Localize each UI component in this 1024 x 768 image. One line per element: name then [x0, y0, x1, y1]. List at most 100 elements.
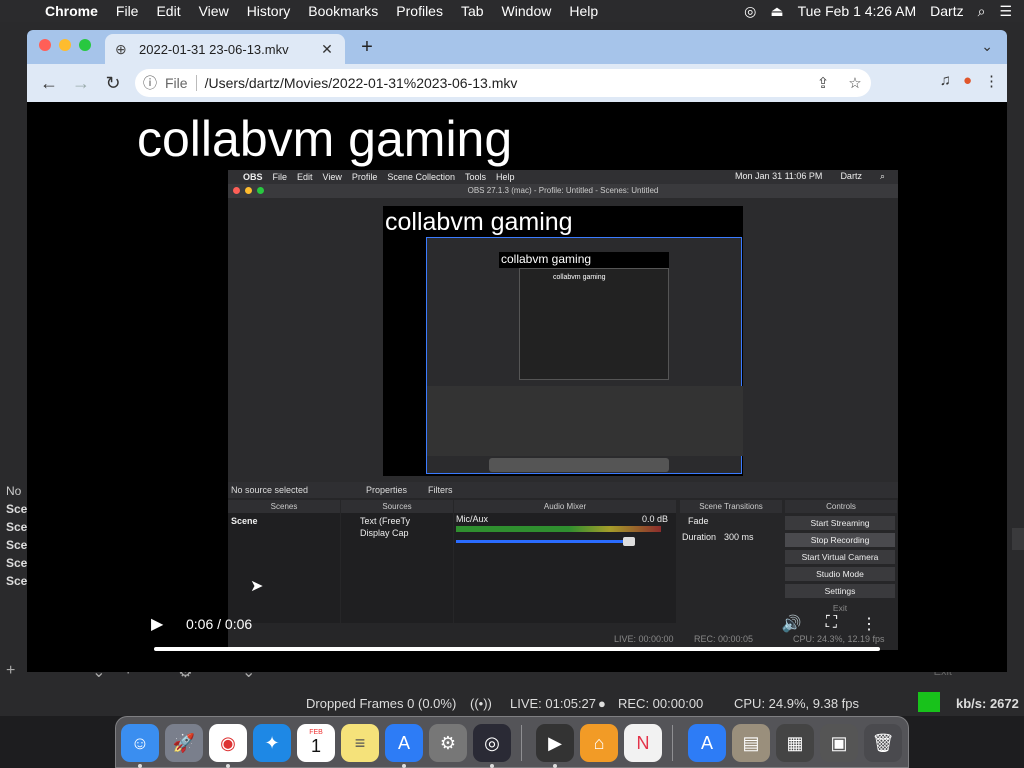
- cpu-usage: CPU: 24.9%, 9.38 fps: [734, 696, 860, 711]
- bitrate-status-indicator: [918, 692, 940, 712]
- recorded-live: LIVE: 00:00:00: [614, 634, 674, 644]
- bg-scene-item[interactable]: Sce: [0, 574, 30, 592]
- obs-icon[interactable]: ◎: [473, 724, 511, 762]
- menu-window[interactable]: Window: [493, 3, 561, 19]
- extension-icon[interactable]: ●: [963, 72, 972, 90]
- macos-dock: ☺ 🚀 ◉ ✦ FEB 1 ≡ A ⚙ ◎ ▶ ⌂ N A ▤ ▦ ▣ 🗑: [115, 716, 909, 768]
- globe-icon: ⊕: [115, 40, 127, 57]
- menu-help[interactable]: Help: [560, 3, 607, 19]
- bg-scene-item[interactable]: Sce: [0, 538, 30, 556]
- rec-indicator-icon: ●: [598, 696, 606, 711]
- recorded-menu-item: File: [272, 172, 288, 182]
- no-source-label: No source selected: [231, 485, 309, 495]
- close-tab-icon[interactable]: ✕: [319, 41, 335, 58]
- menu-tab[interactable]: Tab: [452, 3, 493, 19]
- volume-knob: [623, 537, 635, 546]
- volume-icon[interactable]: 🔊: [782, 614, 802, 634]
- video-player[interactable]: collabvm gaming OBS File Edit View Profi…: [27, 102, 1007, 672]
- menu-edit[interactable]: Edit: [147, 3, 189, 19]
- calendar-icon[interactable]: FEB 1: [297, 724, 335, 762]
- close-window-button[interactable]: [39, 39, 51, 51]
- mixer-channel: Mic/Aux: [456, 514, 489, 524]
- launchpad-icon[interactable]: 🚀: [165, 724, 203, 762]
- chrome-menu-icon[interactable]: ⋮: [984, 72, 999, 90]
- controls-header: Controls: [785, 500, 897, 513]
- spotlight-icon[interactable]: ⌕: [978, 3, 986, 20]
- bg-scene-item[interactable]: Sce: [0, 520, 30, 538]
- share-icon[interactable]: ⇪: [807, 74, 839, 92]
- calendar-day: 1: [310, 736, 321, 756]
- system-preferences-icon[interactable]: ⚙: [429, 724, 467, 762]
- menu-bookmarks[interactable]: Bookmarks: [299, 3, 387, 19]
- finder-icon[interactable]: ☺: [121, 724, 159, 762]
- new-tab-button[interactable]: +: [357, 36, 377, 58]
- menu-app-name[interactable]: Chrome: [36, 3, 107, 19]
- folder-icon[interactable]: ▦: [776, 724, 814, 762]
- settings-button: Settings: [785, 584, 895, 598]
- reload-button[interactable]: ↻: [97, 73, 129, 94]
- menu-view[interactable]: View: [190, 3, 238, 19]
- bg-side-button[interactable]: [1012, 528, 1024, 550]
- running-indicator: [138, 764, 142, 768]
- media-control-icon[interactable]: ♫: [940, 72, 951, 90]
- url-text[interactable]: /Users/dartz/Movies/2022-01-31%2023-06-1…: [205, 75, 807, 91]
- zoom-window-button[interactable]: [79, 39, 91, 51]
- home-icon[interactable]: ⌂: [580, 724, 618, 762]
- exit-button: Exit: [832, 603, 848, 613]
- start-streaming-button: Start Streaming: [785, 516, 895, 530]
- start-virtual-camera-button: Start Virtual Camera: [785, 550, 895, 564]
- menubar-clock[interactable]: Tue Feb 1 4:26 AM: [798, 3, 917, 19]
- mouse-pointer-icon: ➤: [250, 578, 264, 595]
- obs-status-icon[interactable]: ◎: [744, 3, 756, 20]
- video-progress-bar[interactable]: [154, 647, 880, 651]
- eject-icon[interactable]: ⏏: [770, 3, 783, 20]
- recorded-menu-item: Profile: [351, 172, 378, 182]
- rec-time: REC: 00:00:00: [618, 696, 704, 711]
- app-store-2-icon[interactable]: A: [688, 724, 726, 762]
- window-icon[interactable]: ▣: [820, 724, 858, 762]
- dock-separator: [521, 725, 522, 761]
- downloads-icon[interactable]: ▤: [732, 724, 770, 762]
- news-icon[interactable]: N: [624, 724, 662, 762]
- recorded-preview: collabvm gaming collabvm gaming collabvm…: [383, 206, 743, 476]
- trash-icon[interactable]: 🗑: [864, 724, 902, 762]
- chrome-icon[interactable]: ◉: [209, 724, 247, 762]
- forward-button[interactable]: →: [65, 73, 97, 94]
- notes-icon[interactable]: ≡: [341, 724, 379, 762]
- bg-scene-item[interactable]: Sce: [0, 502, 30, 520]
- fullscreen-icon[interactable]: ⛶: [826, 614, 837, 634]
- menu-file[interactable]: File: [107, 3, 148, 19]
- more-options-icon[interactable]: ⋮: [861, 614, 877, 634]
- macos-menubar: Chrome File Edit View History Bookmarks …: [0, 0, 1024, 22]
- bg-scene-item[interactable]: Sce: [0, 556, 30, 574]
- minimize-window-button[interactable]: [59, 39, 71, 51]
- add-icon[interactable]: +: [6, 662, 15, 684]
- nested-dock: [489, 458, 669, 472]
- recorded-user: Dartz: [840, 171, 862, 181]
- live-indicator-icon: ((•)): [470, 696, 492, 711]
- studio-mode-button: Studio Mode: [785, 567, 895, 581]
- nested-caption: collabvm gaming: [499, 252, 669, 268]
- nested-docks: [427, 386, 743, 456]
- app-store-icon[interactable]: A: [385, 724, 423, 762]
- safari-icon[interactable]: ✦: [253, 724, 291, 762]
- menubar-user[interactable]: Dartz: [930, 3, 963, 19]
- address-bar[interactable]: ⓘ File /Users/dartz/Movies/2022-01-31%20…: [135, 69, 871, 97]
- back-button[interactable]: ←: [33, 73, 65, 94]
- menu-history[interactable]: History: [238, 3, 300, 19]
- duration-label: Duration: [682, 532, 717, 542]
- preview-caption: collabvm gaming: [385, 208, 573, 236]
- video-time: 0:06 / 0:06: [186, 616, 253, 632]
- play-icon[interactable]: ▶: [151, 614, 163, 634]
- bookmark-star-icon[interactable]: ☆: [839, 74, 871, 92]
- transition-select: Fade: [688, 516, 709, 526]
- browser-tab[interactable]: ⊕ 2022-01-31 23-06-13.mkv ✕: [105, 34, 345, 64]
- site-info-icon[interactable]: ⓘ: [135, 73, 165, 93]
- menu-profiles[interactable]: Profiles: [387, 3, 452, 19]
- duration-value: 300 ms: [724, 532, 754, 542]
- tab-search-icon[interactable]: ⌄: [981, 38, 993, 55]
- stop-recording-button: Stop Recording: [785, 533, 895, 547]
- quicktime-icon[interactable]: ▶: [536, 724, 574, 762]
- control-center-icon[interactable]: ☰: [999, 3, 1012, 20]
- bitrate: kb/s: 2672: [956, 696, 1019, 711]
